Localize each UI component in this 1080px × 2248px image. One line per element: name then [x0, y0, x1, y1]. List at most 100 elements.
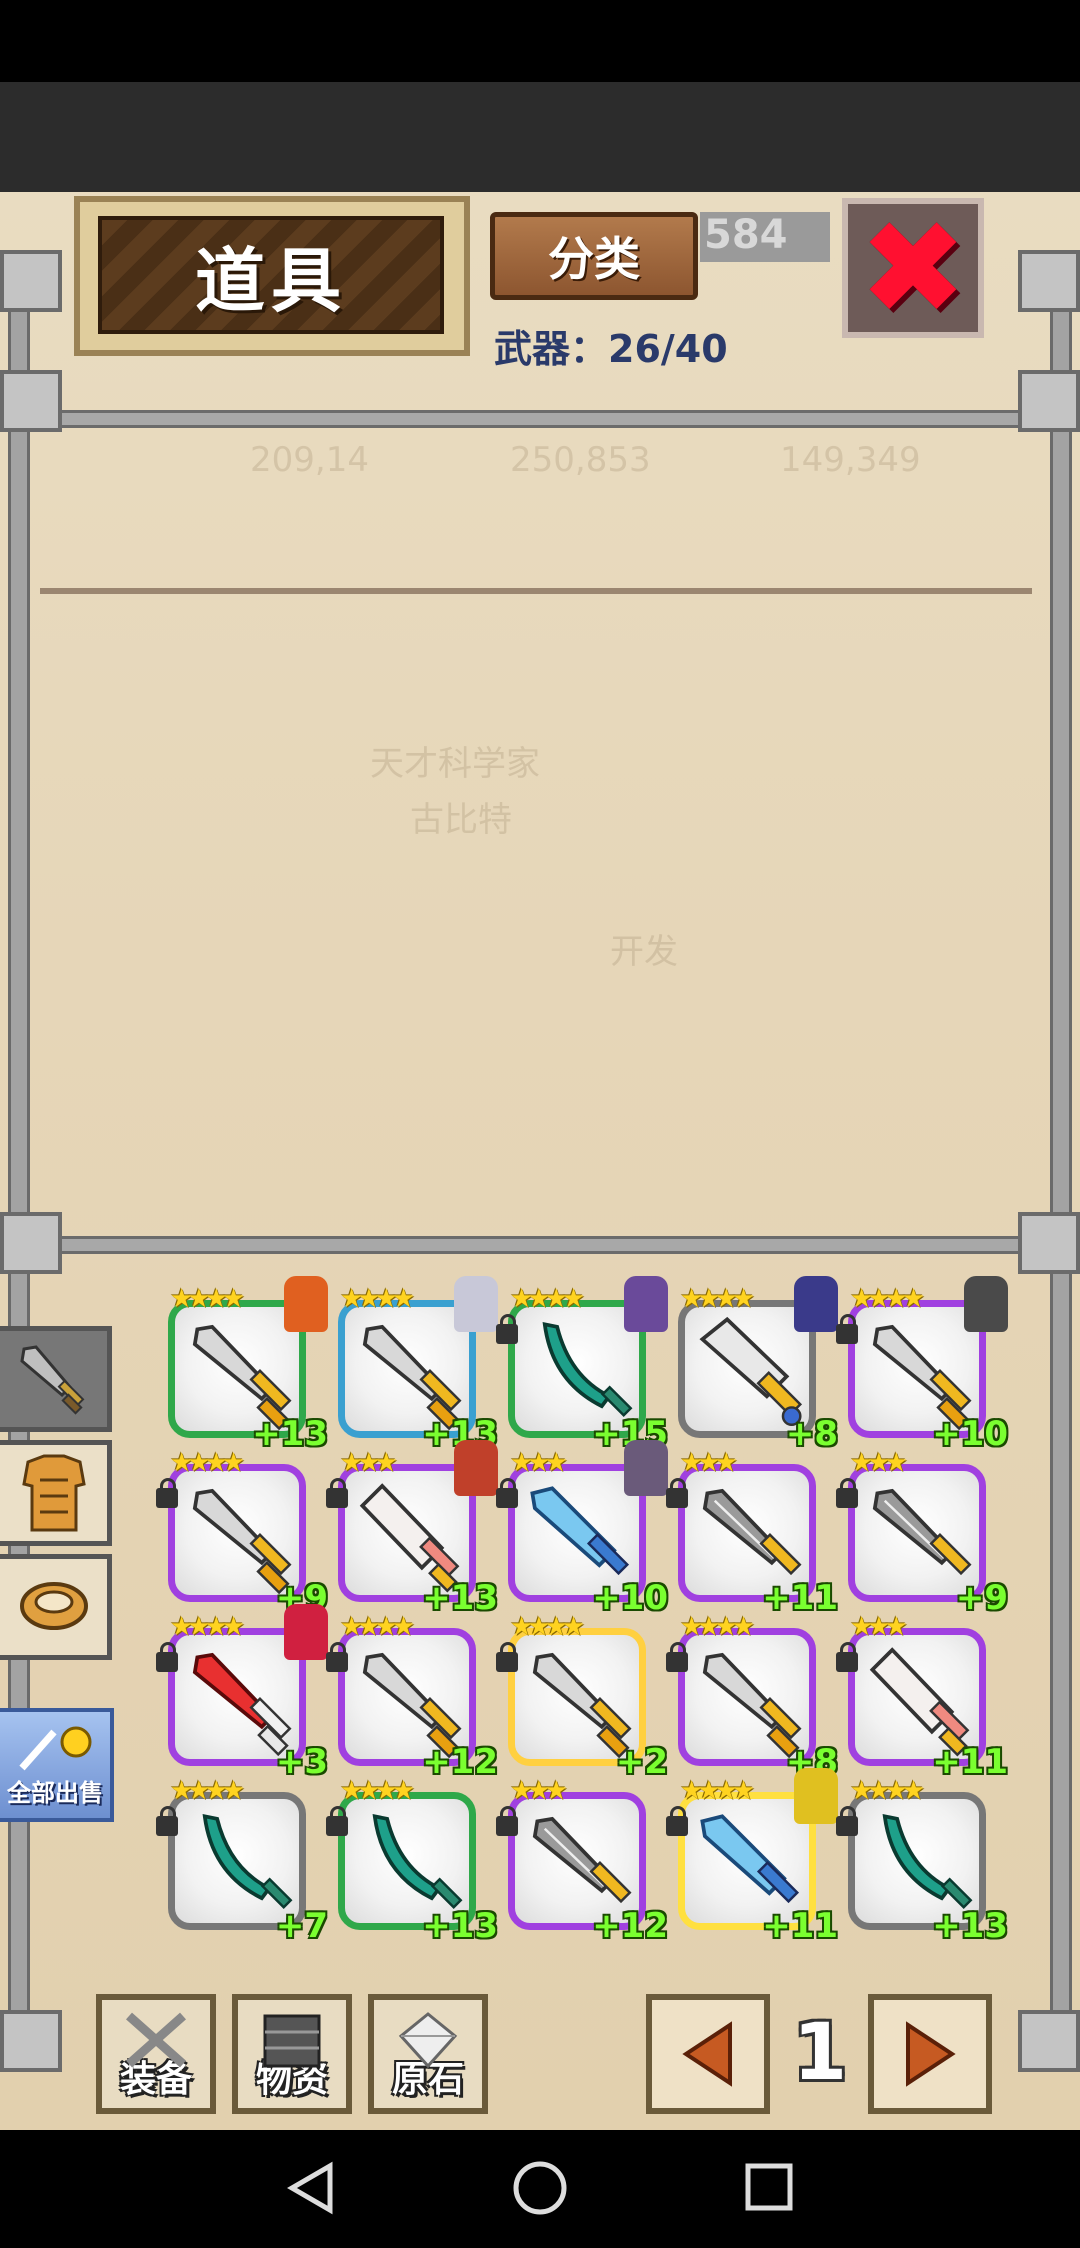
- frame-corner: [0, 370, 62, 432]
- faded-stat: 250,853: [510, 440, 651, 480]
- rarity-stars: ★★★: [680, 1448, 738, 1478]
- rarity-stars: ★★★★: [340, 1284, 415, 1314]
- back-icon[interactable]: [287, 2161, 333, 2215]
- sell-all-button[interactable]: 全部出售: [0, 1708, 114, 1822]
- rarity-stars: ★★★★: [850, 1284, 925, 1314]
- item-slot[interactable]: ★★★★ +3: [156, 1604, 328, 1782]
- faded-stat: 209,14: [250, 440, 369, 480]
- close-button[interactable]: ✖: [842, 198, 984, 338]
- item-slot[interactable]: ★★★★ +12: [326, 1612, 498, 1782]
- faded-name: 天才科学家: [370, 744, 540, 784]
- frame-right: [1050, 250, 1072, 2050]
- crystal-icon: [398, 2012, 458, 2069]
- frame-top-rail: [26, 410, 1054, 428]
- materials-button[interactable]: 物资: [232, 1994, 352, 2114]
- weapon-icon: [702, 1488, 802, 1576]
- item-slot[interactable]: ★★★★ +13: [326, 1776, 498, 1946]
- item-slot[interactable]: ★★★★ +15: [496, 1276, 668, 1454]
- prev-page-button[interactable]: [646, 1994, 770, 2114]
- lock-icon: [326, 1806, 348, 1836]
- faded-name: 古比特: [410, 800, 512, 840]
- item-slot[interactable]: ★★★ +10: [496, 1440, 668, 1618]
- weapon-icon: [542, 1322, 633, 1418]
- lock-icon: [156, 1806, 178, 1836]
- page-title: 道具: [98, 216, 444, 334]
- item-slot[interactable]: ★★★★ +2: [496, 1612, 668, 1782]
- weapon-icon: [532, 1652, 632, 1759]
- weapon-icon: [202, 1814, 293, 1910]
- weapon-icon: [532, 1816, 632, 1904]
- home-icon[interactable]: [513, 2161, 567, 2215]
- faded-name: 开发: [610, 932, 678, 972]
- lock-icon: [496, 1642, 518, 1672]
- lock-icon: [836, 1314, 858, 1344]
- classify-button[interactable]: 分类: [490, 212, 698, 300]
- title-plaque: 道具: [74, 196, 470, 356]
- equip-button[interactable]: 装备: [96, 1994, 216, 2114]
- item-slot[interactable]: ★★★★ +13: [330, 1276, 498, 1454]
- weapon-icon: [882, 1814, 973, 1910]
- rarity-stars: ★★★★: [680, 1612, 755, 1642]
- item-slot[interactable]: ★★★★ +8: [666, 1612, 838, 1782]
- frame-corner: [0, 250, 62, 312]
- item-slot[interactable]: ★★★★ +8: [670, 1276, 838, 1454]
- lock-icon: [496, 1806, 518, 1836]
- equipped-hero-avatar: [624, 1276, 668, 1332]
- weapon-count: 武器：26/40: [494, 327, 728, 371]
- sell-icon: [19, 1726, 92, 1771]
- stone-button[interactable]: 原石: [368, 1994, 488, 2114]
- frame-corner: [0, 1212, 62, 1274]
- crossed-swords-icon: [126, 2012, 186, 2068]
- rarity-stars: ★★★★: [850, 1776, 925, 1806]
- weapon-icon: [359, 1483, 460, 1593]
- frame-corner: [1018, 1212, 1080, 1274]
- faded-stat: 149,349: [780, 440, 921, 480]
- rarity-stars: ★★★★: [510, 1612, 585, 1642]
- rarity-stars: ★★★: [510, 1448, 568, 1478]
- item-slot[interactable]: ★★★ +12: [496, 1776, 668, 1946]
- rarity-stars: ★★★★: [170, 1448, 245, 1478]
- frame-corner: [1018, 370, 1080, 432]
- lock-icon: [156, 1642, 178, 1672]
- frame-corner: [0, 2010, 62, 2072]
- item-slot[interactable]: ★★★ +9: [836, 1448, 1008, 1618]
- lock-icon: [326, 1478, 348, 1508]
- arrow-right-icon: [906, 2021, 956, 2087]
- enhance-level: +13: [422, 1906, 498, 1946]
- tab-accessory[interactable]: [0, 1554, 112, 1660]
- frame-mid-rail: [26, 1236, 1054, 1254]
- equipped-hero-avatar: [794, 1768, 838, 1824]
- weapon-icon: [192, 1488, 292, 1595]
- rarity-stars: ★★★★: [170, 1612, 245, 1642]
- recents-icon[interactable]: [745, 2163, 793, 2211]
- lock-icon: [836, 1806, 858, 1836]
- rarity-stars: ★★★: [340, 1448, 398, 1478]
- stat-readout: 584: [700, 212, 830, 262]
- item-slot[interactable]: ★★★★ +13: [160, 1276, 328, 1454]
- item-slot[interactable]: ★★★ +11: [666, 1448, 838, 1618]
- item-slot[interactable]: ★★★ +11: [836, 1612, 1008, 1782]
- system-nav-bar: [0, 2130, 1080, 2244]
- weapon-icon: [702, 1652, 802, 1759]
- rarity-stars: ★★★★: [680, 1776, 755, 1806]
- page-number: 1: [792, 2008, 848, 2098]
- rarity-stars: ★★★★: [340, 1776, 415, 1806]
- item-slot[interactable]: ★★★★ +10: [836, 1276, 1008, 1454]
- item-slot[interactable]: ★★★★ +7: [156, 1776, 328, 1946]
- item-slot[interactable]: ★★★★ +11: [666, 1768, 838, 1946]
- item-slot[interactable]: ★★★★ +9: [156, 1448, 328, 1618]
- rarity-stars: ★★★: [850, 1612, 908, 1642]
- item-slot[interactable]: ★★★ +13: [326, 1440, 498, 1618]
- tab-weapon[interactable]: [0, 1326, 112, 1432]
- close-icon: ✖: [858, 192, 968, 344]
- enhance-level: +11: [762, 1906, 838, 1946]
- tab-armor[interactable]: [0, 1440, 112, 1546]
- arrow-left-icon: [682, 2021, 732, 2087]
- lock-icon: [156, 1478, 178, 1508]
- item-slot[interactable]: ★★★★ +13: [836, 1776, 1008, 1946]
- lock-icon: [326, 1642, 348, 1672]
- weapon-icon: [362, 1652, 462, 1759]
- weapon-icon: [869, 1647, 970, 1757]
- weapon-icon: [699, 1316, 803, 1427]
- next-page-button[interactable]: [868, 1994, 992, 2114]
